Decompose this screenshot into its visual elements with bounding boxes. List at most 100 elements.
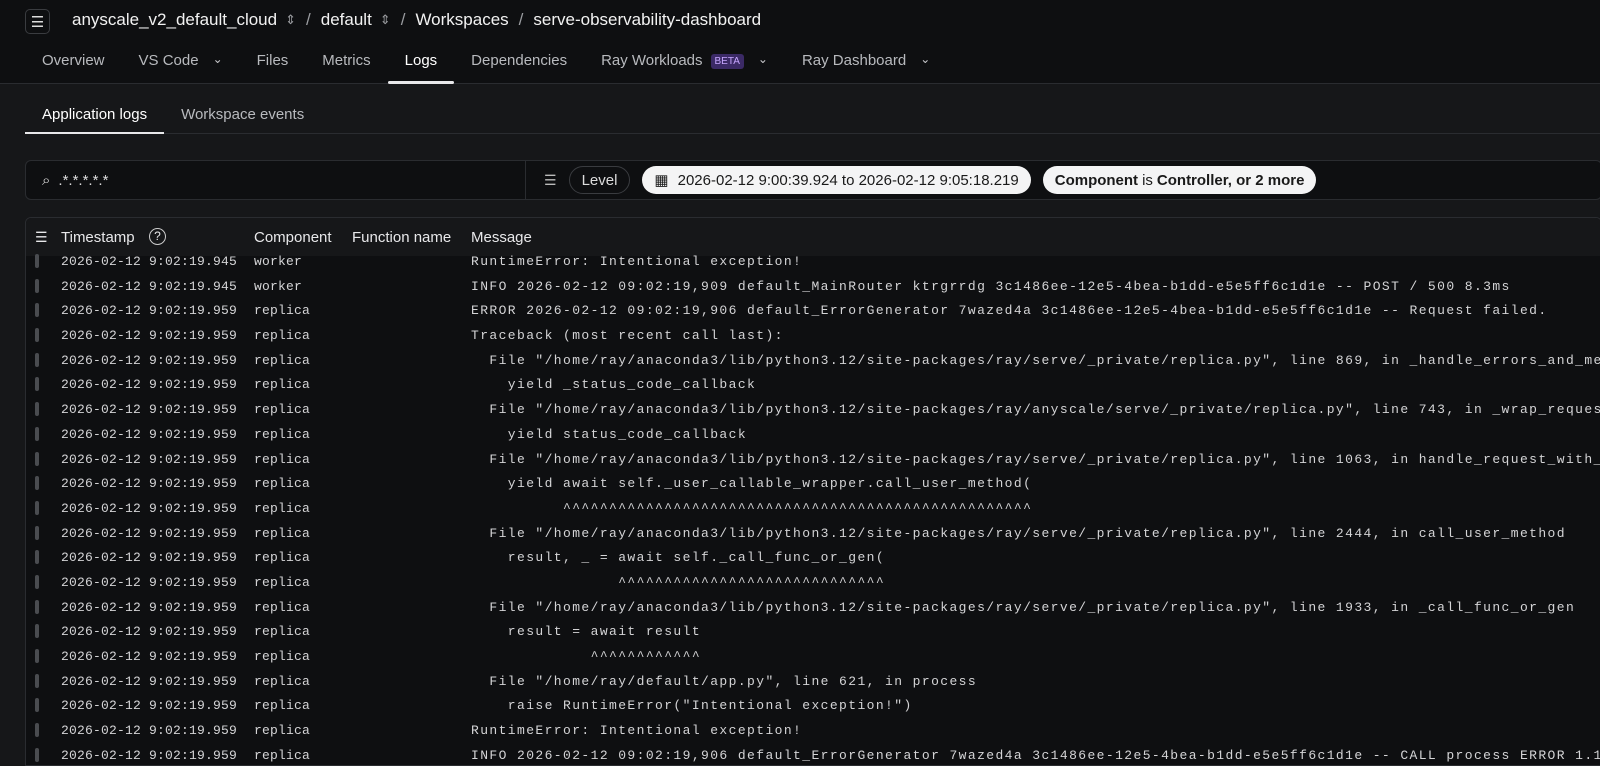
top-header: ☰ anyscale_v2_default_cloud ⇕ / default … — [0, 0, 1600, 84]
tab-overview[interactable]: Overview — [25, 52, 122, 84]
table-row[interactable]: 2026-02-12 9:02:19.959 replica File "/hom… — [26, 522, 1600, 547]
breadcrumb-workspace: serve-observability-dashboard — [533, 10, 762, 29]
table-row[interactable]: 2026-02-12 9:02:19.959 replica ^^^^^^^^^^… — [26, 497, 1600, 522]
row-message: result, _ = await self._call_func_or_gen… — [471, 550, 886, 566]
table-row[interactable]: 2026-02-12 9:02:19.959 replica raise Runt… — [26, 694, 1600, 719]
column-function-name[interactable]: Function name — [352, 229, 451, 246]
row-component: replica — [254, 550, 311, 566]
column-timestamp[interactable]: Timestamp — [61, 229, 135, 246]
tab-logs[interactable]: Logs — [387, 52, 455, 84]
level-indicator — [35, 747, 39, 762]
tab-label: Dependencies — [471, 52, 568, 69]
column-message[interactable]: Message — [471, 229, 532, 246]
tab-label: Ray Dashboard — [801, 52, 907, 69]
level-indicator — [35, 525, 39, 540]
table-row[interactable]: 2026-02-12 9:02:19.959 replica yield _sta… — [26, 373, 1600, 398]
tab-application-logs[interactable]: Application logs — [25, 96, 165, 134]
row-component: replica — [254, 525, 311, 541]
row-timestamp: 2026-02-12 9:02:19.959 — [61, 649, 238, 664]
breadcrumb-cloud[interactable]: anyscale_v2_default_cloud — [72, 10, 277, 30]
row-message: result = await result — [471, 624, 702, 640]
level-indicator — [35, 254, 39, 268]
menu-icon[interactable]: ☰ — [25, 9, 50, 34]
table-row[interactable]: 2026-02-12 9:02:19.945 worker RuntimeError… — [26, 250, 1600, 275]
table-row[interactable]: 2026-02-12 9:02:19.945 worker INFO 2026-02… — [26, 275, 1600, 300]
row-component: replica — [254, 698, 311, 714]
row-timestamp: 2026-02-12 9:02:19.959 — [61, 525, 238, 541]
row-component: replica — [254, 723, 311, 739]
row-message: raise RuntimeError("Intentional exceptio… — [471, 698, 913, 714]
tab-metrics[interactable]: Metrics — [305, 52, 387, 84]
table-row[interactable]: 2026-02-12 9:02:19.959 replica File "/hom… — [26, 670, 1600, 695]
tab-workspace-events[interactable]: Workspace events — [164, 96, 321, 133]
filter-bar: ⌕ .*.*.*.*.* ☰ Level ▦ 2026-02-12 9:00:3… — [25, 160, 1600, 200]
main-tabs: Overview VS Code ⌄ Files Metrics Logs Dep… — [25, 52, 947, 84]
level-indicator — [35, 649, 39, 663]
time-range-value: 2026-02-12 9:00:39.924 to 2026-02-12 9:0… — [677, 171, 1019, 189]
row-component: replica — [254, 500, 311, 516]
beta-badge: BETA — [710, 54, 744, 69]
tab-ray-dashboard[interactable]: Ray Dashboard ⌄ — [785, 52, 947, 84]
breadcrumb-project[interactable]: default — [321, 10, 372, 30]
table-row[interactable]: 2026-02-12 9:02:19.959 replica yield awai… — [26, 472, 1600, 497]
table-row[interactable]: 2026-02-12 9:02:19.959 replica ^^^^^^^^^^… — [26, 571, 1600, 596]
time-range-filter[interactable]: ▦ 2026-02-12 9:00:39.924 to 2026-02-12 9… — [642, 166, 1031, 194]
chevron-down-icon[interactable]: ⌄ — [920, 52, 930, 66]
table-row[interactable]: 2026-02-12 9:02:19.959 replica INFO 2026-0… — [26, 744, 1600, 765]
row-component: replica — [254, 303, 311, 319]
level-indicator — [35, 451, 39, 466]
table-row[interactable]: 2026-02-12 9:02:19.959 replica ERROR 2026-… — [26, 299, 1600, 324]
row-timestamp: 2026-02-12 9:02:19.959 — [61, 723, 238, 739]
table-row[interactable]: 2026-02-12 9:02:19.959 replica ^^^^^^^^^^… — [26, 645, 1600, 670]
component-filter[interactable]: Component is Controller, or 2 more — [1042, 166, 1317, 194]
table-row[interactable]: 2026-02-12 9:02:19.959 replica File "/hom… — [26, 448, 1600, 473]
search-input[interactable]: ⌕ .*.*.*.*.* — [26, 161, 526, 199]
column-settings-icon[interactable]: ☰ — [35, 229, 48, 246]
row-component: replica — [254, 747, 311, 763]
row-component: replica — [254, 476, 311, 492]
row-component: replica — [254, 649, 311, 664]
level-indicator — [35, 698, 39, 713]
row-timestamp: 2026-02-12 9:02:19.959 — [61, 402, 238, 418]
row-component: worker — [254, 278, 303, 294]
table-row[interactable]: 2026-02-12 9:02:19.959 replica Traceback (… — [26, 324, 1600, 349]
level-indicator — [35, 673, 39, 688]
table-row[interactable]: 2026-02-12 9:02:19.959 replica RuntimeErro… — [26, 719, 1600, 744]
level-indicator — [35, 278, 39, 293]
table-row[interactable]: 2026-02-12 9:02:19.959 replica File "/hom… — [26, 398, 1600, 423]
row-timestamp: 2026-02-12 9:02:19.959 — [61, 303, 238, 319]
tab-dependencies[interactable]: Dependencies — [454, 52, 584, 84]
filter-icon[interactable]: ☰ — [544, 172, 557, 189]
row-message: ^^^^^^^^^^^^^^^^^^^^^^^^^^^^^ — [471, 574, 886, 590]
chevron-down-icon[interactable]: ⌄ — [213, 52, 223, 66]
chevron-updown-icon[interactable]: ⇕ — [285, 12, 296, 28]
row-message: Traceback (most recent call last): — [471, 328, 784, 344]
tab-files[interactable]: Files — [240, 52, 306, 84]
row-timestamp: 2026-02-12 9:02:19.959 — [61, 574, 238, 590]
table-row[interactable]: 2026-02-12 9:02:19.959 replica File "/hom… — [26, 349, 1600, 374]
table-row[interactable]: 2026-02-12 9:02:19.959 replica File "/hom… — [26, 596, 1600, 621]
row-timestamp: 2026-02-12 9:02:19.959 — [61, 698, 238, 714]
table-row[interactable]: 2026-02-12 9:02:19.959 replica yield stat… — [26, 423, 1600, 448]
level-filter-button[interactable]: Level — [568, 166, 631, 194]
tab-label: Logs — [404, 52, 438, 69]
row-timestamp: 2026-02-12 9:02:19.959 — [61, 624, 238, 640]
row-component: replica — [254, 599, 311, 615]
tab-vscode[interactable]: VS Code ⌄ — [122, 52, 240, 84]
search-value[interactable]: .*.*.*.*.* — [58, 172, 108, 189]
table-row[interactable]: 2026-02-12 9:02:19.959 replica result = a… — [26, 620, 1600, 645]
level-indicator — [35, 303, 39, 318]
chevron-updown-icon[interactable]: ⇕ — [380, 12, 391, 28]
chevron-down-icon[interactable]: ⌄ — [758, 52, 768, 66]
row-timestamp: 2026-02-12 9:02:19.959 — [61, 426, 238, 442]
column-component[interactable]: Component — [254, 229, 332, 246]
log-rows: 2026-02-12 9:02:19.945 worker RuntimeError… — [26, 250, 1600, 765]
breadcrumb-workspaces[interactable]: Workspaces — [415, 10, 508, 30]
row-message: yield await self._user_callable_wrapper.… — [471, 476, 1033, 492]
help-icon[interactable]: ? — [149, 228, 166, 245]
breadcrumb: anyscale_v2_default_cloud ⇕ / default ⇕ … — [72, 10, 761, 30]
row-message: INFO 2026-02-12 09:02:19,906 default_Err… — [471, 747, 1600, 763]
row-component: worker — [254, 254, 303, 269]
tab-ray-workloads[interactable]: Ray Workloads BETA ⌄ — [584, 52, 785, 84]
table-row[interactable]: 2026-02-12 9:02:19.959 replica result, _ … — [26, 546, 1600, 571]
